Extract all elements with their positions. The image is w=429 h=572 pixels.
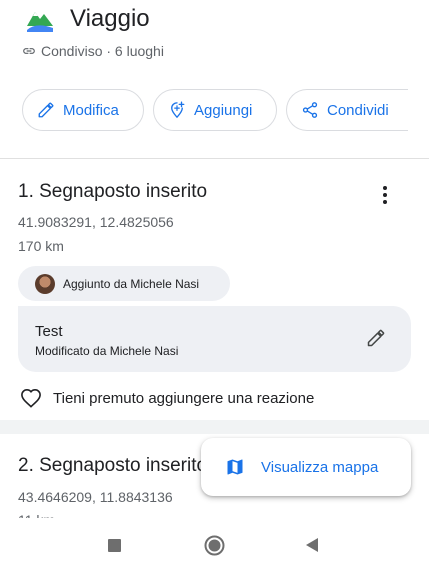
link-icon bbox=[23, 48, 35, 54]
add-place-label: Aggiungi bbox=[194, 101, 253, 119]
heart-icon bbox=[21, 388, 41, 408]
home-button[interactable] bbox=[204, 535, 225, 556]
list-title: Viaggio bbox=[70, 5, 150, 32]
edit-label: Modifica bbox=[63, 101, 119, 119]
avatar bbox=[35, 273, 55, 294]
note-card[interactable]: Test Modificato da Michele Nasi bbox=[18, 306, 411, 372]
added-by-chip: Aggiunto da Michele Nasi bbox=[18, 266, 230, 301]
view-map-label: Visualizza mappa bbox=[261, 458, 379, 476]
place-coordinates: 43.4646209, 11.8843136 bbox=[18, 489, 173, 505]
place-distance: 170 km bbox=[18, 238, 64, 254]
edit-button[interactable]: Modifica bbox=[22, 89, 144, 131]
list-subtitle: Condiviso · 6 luoghi bbox=[22, 43, 164, 59]
view-map-button[interactable]: Visualizza mappa bbox=[201, 438, 411, 496]
place-coordinates: 41.9083291, 12.4825056 bbox=[18, 214, 174, 230]
back-button[interactable] bbox=[305, 537, 319, 553]
added-by-label: Aggiunto da Michele Nasi bbox=[63, 276, 200, 291]
pencil-icon bbox=[38, 102, 54, 118]
recents-button[interactable] bbox=[108, 539, 121, 552]
place-title[interactable]: 2. Segnaposto inserito bbox=[18, 454, 207, 478]
share-label: Condividi bbox=[327, 101, 389, 119]
divider bbox=[0, 158, 429, 159]
note-modified-by: Modificato da Michele Nasi bbox=[35, 344, 179, 358]
reaction-row[interactable]: Tieni premuto aggiungere una reazione bbox=[20, 388, 314, 408]
map-icon bbox=[227, 459, 243, 475]
note-title: Test bbox=[35, 323, 63, 340]
add-place-button[interactable]: Aggiungi bbox=[153, 89, 277, 131]
more-options-icon[interactable] bbox=[376, 184, 394, 206]
place-title[interactable]: 1. Segnaposto inserito bbox=[18, 180, 207, 204]
add-place-icon bbox=[171, 101, 185, 119]
edit-note-icon[interactable] bbox=[366, 328, 386, 348]
section-separator bbox=[0, 420, 429, 434]
list-icon bbox=[26, 6, 54, 32]
list-meta: Condiviso · 6 luoghi bbox=[41, 43, 164, 59]
reaction-hint: Tieni premuto aggiungere una reazione bbox=[53, 389, 315, 407]
share-button[interactable]: Condividi bbox=[286, 89, 408, 131]
share-icon bbox=[302, 102, 318, 118]
